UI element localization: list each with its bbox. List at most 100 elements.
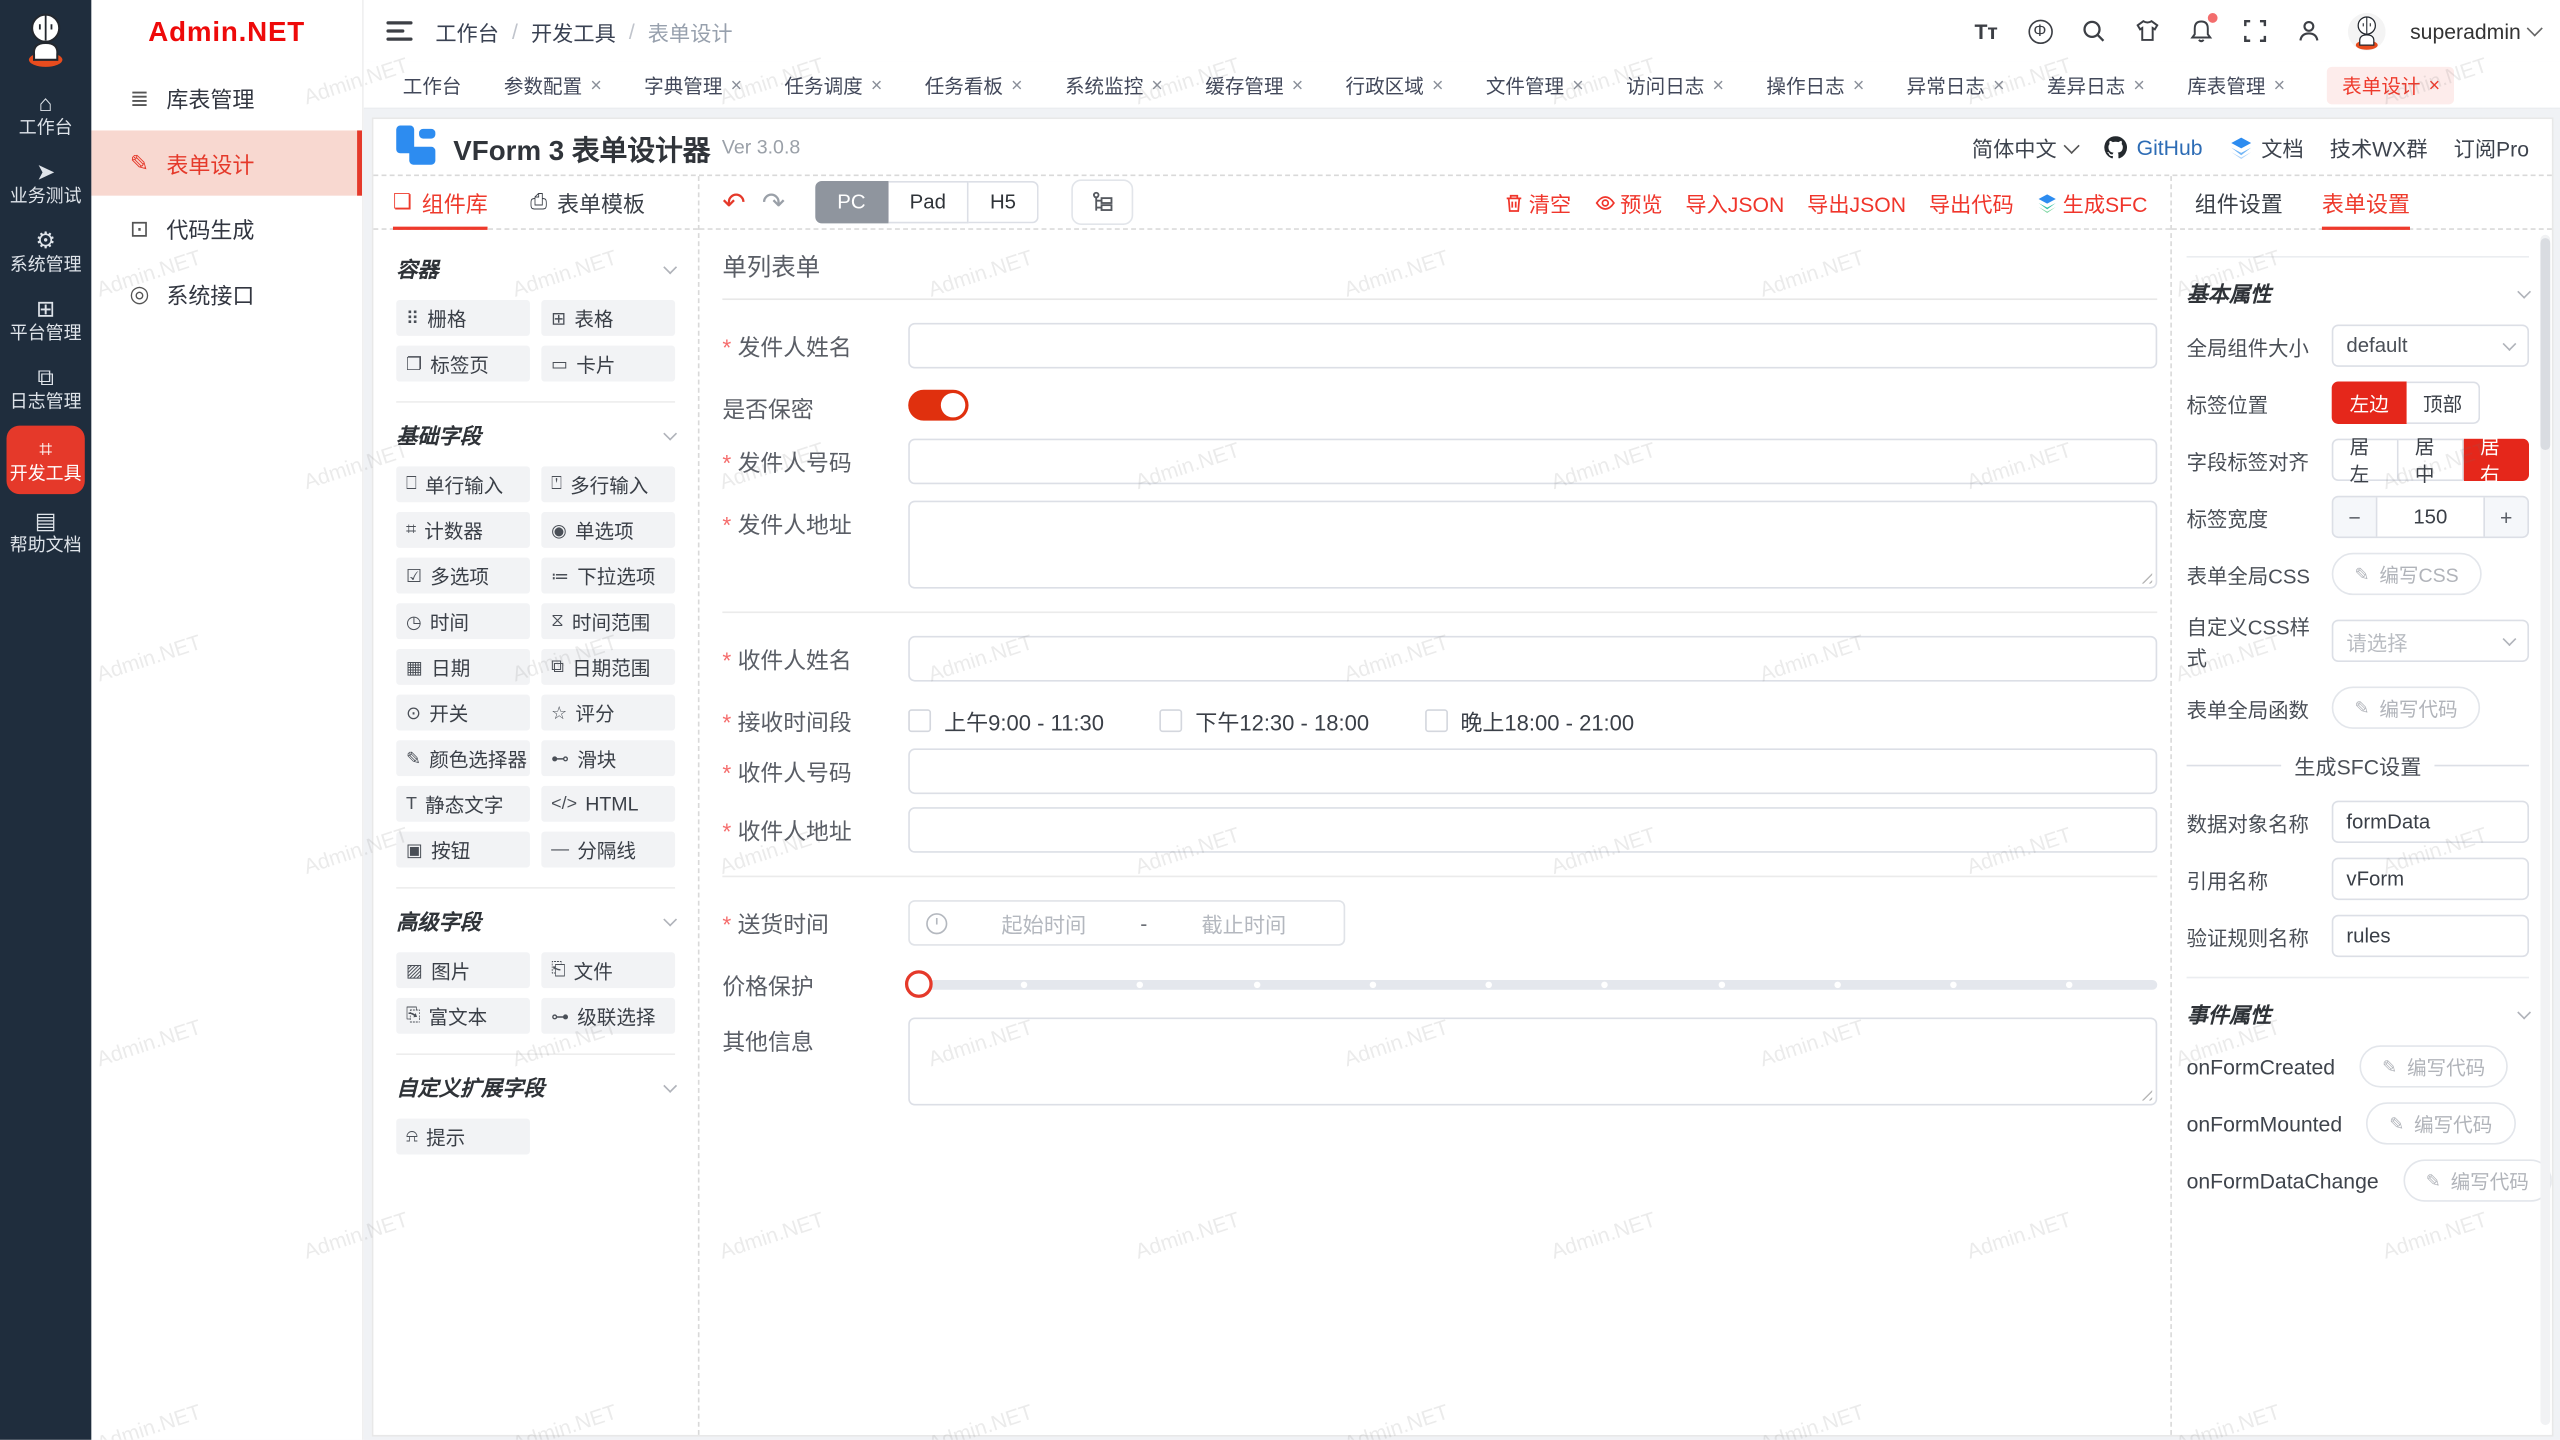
palette-item-static-text[interactable]: T静态文字 — [396, 786, 530, 822]
palette-item-time-range[interactable]: ⧖时间范围 — [541, 603, 675, 639]
other-info-textarea[interactable] — [908, 1017, 2157, 1105]
outline-tree-button[interactable] — [1071, 179, 1133, 225]
page-tab[interactable]: 访问日志× — [1626, 71, 1724, 99]
close-icon[interactable]: × — [1572, 77, 1583, 93]
palette-section-custom-fields[interactable]: 自定义扩展字段 — [396, 1071, 675, 1102]
field-receiver-phone[interactable]: 收件人号码 — [722, 748, 2157, 794]
device-pad-button[interactable]: Pad — [888, 181, 968, 223]
export-code-button[interactable]: 导出代码 — [1929, 187, 2014, 218]
sender-address-textarea[interactable] — [908, 501, 2157, 589]
scrollbar-thumb[interactable] — [2540, 238, 2550, 450]
edit-code-button[interactable]: ✎ 编写代码 — [2359, 1045, 2508, 1087]
close-icon[interactable]: × — [1432, 77, 1443, 93]
page-tab[interactable]: 行政区域× — [1346, 71, 1444, 99]
palette-item-grid[interactable]: ⠿栅格 — [396, 300, 530, 336]
close-icon[interactable]: × — [1853, 77, 1864, 93]
tab-component-library[interactable]: ❏ 组件库 — [393, 176, 488, 228]
field-price-protect[interactable]: 价格保护 — [722, 962, 2157, 1008]
page-tab-active[interactable]: 表单设计× — [2328, 66, 2455, 104]
palette-item-card[interactable]: ▭卡片 — [541, 346, 675, 382]
slider-track[interactable] — [908, 980, 2157, 990]
decrease-button[interactable]: − — [2333, 497, 2375, 536]
sidebar-item-system-api[interactable]: ◎ 系统接口 — [91, 261, 362, 326]
close-icon[interactable]: × — [1151, 77, 1162, 93]
app-logo[interactable] — [15, 8, 77, 70]
palette-item-checkbox[interactable]: ☑多选项 — [396, 558, 530, 594]
label-align-center-button[interactable]: 居中 — [2399, 439, 2464, 481]
field-delivery-time[interactable]: 送货时间 起始时间 - 截止时间 — [722, 900, 2157, 946]
field-secret[interactable]: 是否保密 — [722, 385, 2157, 426]
page-tab[interactable]: 系统监控× — [1065, 71, 1163, 99]
generate-sfc-button[interactable]: 生成SFC — [2037, 187, 2148, 218]
slider-handle[interactable] — [905, 970, 933, 998]
receiver-address-input[interactable] — [908, 807, 2157, 853]
receiver-name-input[interactable] — [908, 636, 2157, 682]
page-tab[interactable]: 参数配置× — [504, 71, 602, 99]
rail-item-help-docs[interactable]: ▤ 帮助文档 — [0, 497, 91, 565]
custom-class-select[interactable]: 请选择 — [2332, 620, 2529, 662]
font-size-icon[interactable]: Tт — [1971, 16, 2000, 45]
field-sender-name[interactable]: 发件人姓名 — [722, 323, 2157, 369]
palette-item-slider[interactable]: ⊷滑块 — [541, 740, 675, 776]
device-pc-button[interactable]: PC — [814, 181, 888, 223]
delivery-time-range-picker[interactable]: 起始时间 - 截止时间 — [908, 900, 1345, 946]
docs-link[interactable]: 文档 — [2229, 131, 2304, 162]
page-tab[interactable]: 工作台 — [403, 71, 462, 99]
label-align-right-button[interactable]: 居右 — [2464, 439, 2529, 481]
close-icon[interactable]: × — [871, 77, 882, 93]
close-icon[interactable]: × — [1011, 77, 1022, 93]
page-tab[interactable]: 库表管理× — [2187, 71, 2285, 99]
user-menu[interactable]: superadmin — [2410, 19, 2540, 43]
theme-shirt-icon[interactable] — [2133, 16, 2162, 45]
sidebar-item-db-table[interactable]: ≣ 库表管理 — [91, 65, 362, 130]
palette-item-cascader[interactable]: ⊶级联选择 — [541, 998, 675, 1034]
palette-item-select[interactable]: ≔下拉选项 — [541, 558, 675, 594]
collapse-menu-icon[interactable] — [386, 21, 412, 41]
tab-form-templates[interactable]: ⎙ 表单模板 — [530, 176, 645, 228]
global-size-select[interactable]: default — [2332, 324, 2529, 366]
close-icon[interactable]: × — [2274, 77, 2285, 93]
sender-phone-input[interactable] — [908, 439, 2157, 485]
resize-handle-icon[interactable] — [2138, 1086, 2153, 1101]
edit-code-button[interactable]: ✎ 编写代码 — [2403, 1159, 2552, 1201]
palette-item-alert[interactable]: ⍾提示 — [396, 1119, 530, 1155]
palette-item-textarea[interactable]: ⍞多行输入 — [541, 466, 675, 502]
preview-button[interactable]: 预览 — [1594, 187, 1663, 218]
secret-toggle[interactable] — [908, 390, 968, 421]
close-icon[interactable]: × — [1292, 77, 1303, 93]
palette-item-radio[interactable]: ◉单选项 — [541, 512, 675, 548]
palette-item-color-picker[interactable]: ✎颜色选择器 — [396, 740, 530, 776]
rail-item-biz-test[interactable]: ➤ 业务测试 — [0, 148, 91, 216]
close-icon[interactable]: × — [590, 77, 601, 93]
tab-widget-settings[interactable]: 组件设置 — [2195, 176, 2283, 228]
scrollbar[interactable] — [2540, 235, 2550, 1425]
redo-icon[interactable]: ↷ — [762, 188, 785, 216]
search-icon[interactable] — [2079, 16, 2108, 45]
close-icon[interactable]: × — [1713, 77, 1724, 93]
subscribe-pro-link[interactable]: 订阅Pro — [2454, 131, 2529, 162]
palette-item-switch[interactable]: ⊙开关 — [396, 695, 530, 731]
checkbox-evening[interactable]: 晚上18:00 - 21:00 — [1425, 704, 1635, 737]
close-icon[interactable]: × — [731, 77, 742, 93]
edit-css-button[interactable]: ✎ 编写CSS — [2332, 553, 2482, 595]
increase-button[interactable]: + — [2485, 497, 2527, 536]
palette-item-text-input[interactable]: ⎕单行输入 — [396, 466, 530, 502]
form-canvas[interactable]: 单列表单 发件人姓名 是否保密 — [700, 230, 2171, 1435]
rail-item-workbench[interactable]: ⌂ 工作台 — [0, 80, 91, 148]
rail-item-system-mgmt[interactable]: ⚙ 系统管理 — [0, 217, 91, 285]
notification-bell-icon[interactable] — [2187, 16, 2216, 45]
sidebar-item-code-gen[interactable]: ⊡ 代码生成 — [91, 196, 362, 261]
palette-section-basic-fields[interactable]: 基础字段 — [396, 419, 675, 450]
sidebar-item-form-design[interactable]: ✎ 表单设计 — [91, 130, 362, 195]
label-width-value[interactable]: 150 — [2376, 497, 2485, 536]
page-tab[interactable]: 任务调度× — [784, 71, 882, 99]
price-protect-slider[interactable] — [908, 962, 2157, 1008]
field-sender-phone[interactable]: 发件人号码 — [722, 439, 2157, 485]
field-sender-address[interactable]: 发件人地址 — [722, 501, 2157, 589]
palette-item-number[interactable]: ⌗计数器 — [396, 512, 530, 548]
palette-item-table[interactable]: ⊞表格 — [541, 300, 675, 336]
section-basic-props[interactable]: 基本属性 — [2187, 277, 2529, 308]
language-icon[interactable]: Φ — [2025, 16, 2054, 45]
page-tab[interactable]: 差异日志× — [2047, 71, 2145, 99]
palette-item-html[interactable]: </>HTML — [541, 786, 675, 822]
